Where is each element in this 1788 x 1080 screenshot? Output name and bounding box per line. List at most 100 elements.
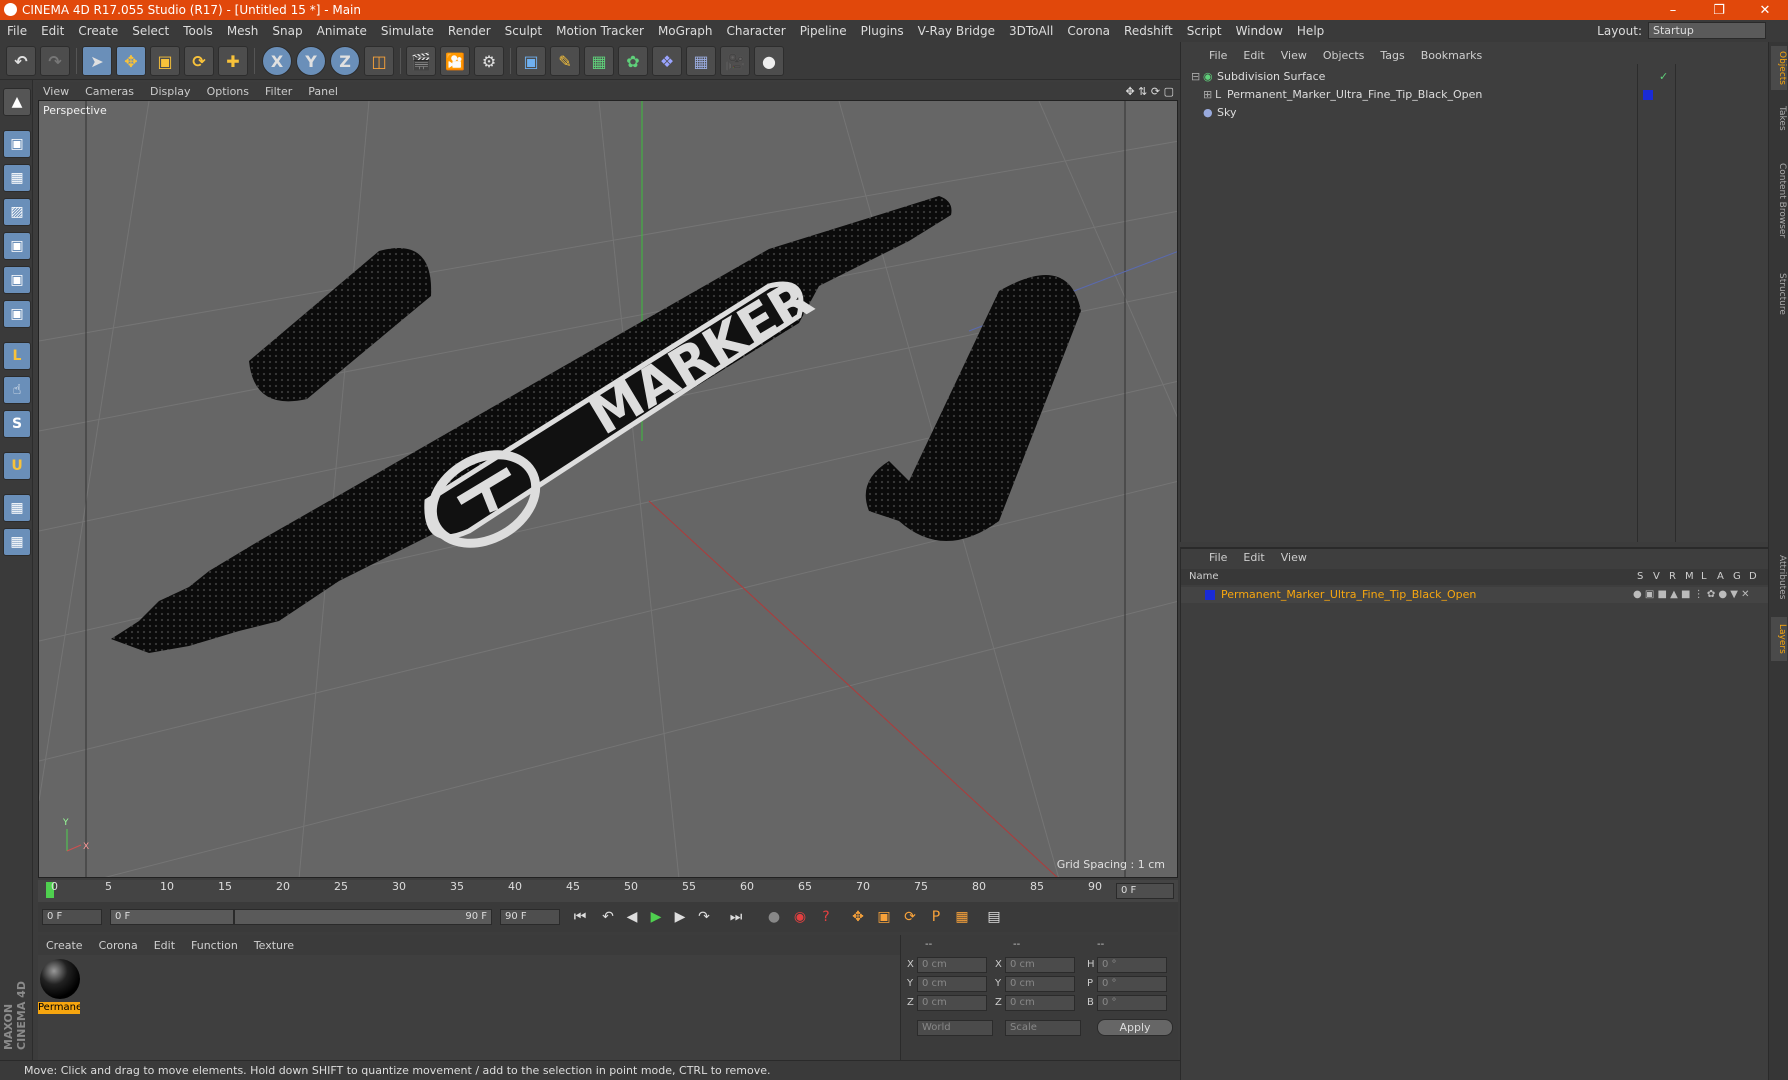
apply-button[interactable]: Apply bbox=[1097, 1019, 1173, 1036]
menu-sculpt[interactable]: Sculpt bbox=[498, 24, 549, 38]
menu-pipeline[interactable]: Pipeline bbox=[793, 24, 854, 38]
tab-content-browser[interactable]: Content Browser bbox=[1771, 146, 1787, 256]
render-settings-icon[interactable]: ⚙ bbox=[474, 46, 504, 76]
viewport-nav-icons[interactable]: ✥ ⇅ ⟳ ▢ bbox=[1125, 85, 1174, 98]
autokey-icon[interactable]: ◉ bbox=[788, 906, 812, 928]
tab-structure[interactable]: Structure bbox=[1771, 264, 1787, 324]
rotation-key-icon[interactable]: ⟳ bbox=[898, 906, 922, 928]
points-mode-icon[interactable]: ▣ bbox=[3, 232, 31, 260]
parameter-key-icon[interactable]: P bbox=[924, 906, 948, 928]
object-menu-view[interactable]: View bbox=[1273, 49, 1315, 62]
menu-create[interactable]: Create bbox=[71, 24, 125, 38]
position-x-field[interactable]: 0 cm bbox=[917, 957, 987, 973]
cube-primitive-icon[interactable]: ▣ bbox=[516, 46, 546, 76]
tab-layers[interactable]: Layers bbox=[1771, 617, 1787, 661]
transform-tool-icon[interactable]: ✚ bbox=[218, 46, 248, 76]
edges-mode-icon[interactable]: ▣ bbox=[3, 266, 31, 294]
menu-mesh[interactable]: Mesh bbox=[220, 24, 266, 38]
position-key-icon[interactable]: ✥ bbox=[846, 906, 870, 928]
object-menu-file[interactable]: File bbox=[1201, 49, 1235, 62]
coordinate-space-dropdown[interactable]: World bbox=[917, 1020, 993, 1036]
scale-key-icon[interactable]: ▣ bbox=[872, 906, 896, 928]
menu-redshift[interactable]: Redshift bbox=[1117, 24, 1180, 38]
menu-animate[interactable]: Animate bbox=[310, 24, 374, 38]
size-mode-dropdown[interactable]: Scale bbox=[1005, 1020, 1081, 1036]
expand-icon[interactable]: ⊞ bbox=[1203, 86, 1212, 104]
next-key-icon[interactable]: ↷ bbox=[692, 906, 716, 928]
menu-3dtoall[interactable]: 3DToAll bbox=[1002, 24, 1060, 38]
material-name[interactable]: Permane bbox=[38, 1002, 80, 1014]
viewport-menu-cameras[interactable]: Cameras bbox=[77, 85, 142, 98]
scale-tool-icon[interactable]: ▣ bbox=[150, 46, 180, 76]
light-icon[interactable]: ● bbox=[754, 46, 784, 76]
size-z-field[interactable]: 0 cm bbox=[1005, 995, 1075, 1011]
menu-select[interactable]: Select bbox=[125, 24, 176, 38]
menu-plugins[interactable]: Plugins bbox=[854, 24, 911, 38]
rotation-h-field[interactable]: 0 ° bbox=[1097, 957, 1167, 973]
render-view-icon[interactable]: 🎬 bbox=[406, 46, 436, 76]
material-menu-texture[interactable]: Texture bbox=[246, 939, 302, 952]
minimize-button[interactable]: – bbox=[1650, 3, 1696, 18]
object-menu-tags[interactable]: Tags bbox=[1372, 49, 1412, 62]
menu-file[interactable]: File bbox=[0, 24, 34, 38]
timeline-layout-icon[interactable]: ▤ bbox=[982, 906, 1006, 928]
restore-button[interactable]: ❐ bbox=[1696, 3, 1742, 18]
collapse-icon[interactable]: ⊟ bbox=[1191, 68, 1200, 86]
grid-lock-icon[interactable]: ▦ bbox=[3, 494, 31, 522]
material-menu-edit[interactable]: Edit bbox=[146, 939, 183, 952]
menu-mograph[interactable]: MoGraph bbox=[651, 24, 720, 38]
tweak-mode-icon[interactable]: ☝ bbox=[3, 376, 31, 404]
object-row-marker[interactable]: ⊞ L Permanent_Marker_Ultra_Fine_Tip_Blac… bbox=[1181, 86, 1769, 104]
undo-icon[interactable]: ↶ bbox=[6, 46, 36, 76]
menu-render[interactable]: Render bbox=[441, 24, 498, 38]
menu-script[interactable]: Script bbox=[1180, 24, 1229, 38]
object-menu-edit[interactable]: Edit bbox=[1235, 49, 1272, 62]
range-end-field[interactable]: 90 F bbox=[234, 909, 492, 925]
layer-menu-edit[interactable]: Edit bbox=[1235, 551, 1272, 564]
object-menu-objects[interactable]: Objects bbox=[1315, 49, 1373, 62]
axis-mode-icon[interactable]: L bbox=[3, 342, 31, 370]
viewport-menu-panel[interactable]: Panel bbox=[300, 85, 346, 98]
pen-spline-icon[interactable]: ✎ bbox=[550, 46, 580, 76]
size-y-field[interactable]: 0 cm bbox=[1005, 976, 1075, 992]
object-row-subdivision[interactable]: ⊟ ◉ Subdivision Surface ✓ bbox=[1181, 68, 1769, 86]
move-tool-icon[interactable]: ✥ bbox=[116, 46, 146, 76]
viewport-menu-display[interactable]: Display bbox=[142, 85, 199, 98]
marker-cap-large[interactable] bbox=[865, 275, 1081, 541]
solo-mode-icon[interactable]: S bbox=[3, 410, 31, 438]
start-frame-field[interactable]: 0 F bbox=[42, 909, 102, 925]
previous-key-icon[interactable]: ↶ bbox=[596, 906, 620, 928]
enabled-check-icon[interactable]: ✓ bbox=[1659, 68, 1668, 86]
z-axis-lock-icon[interactable]: Z bbox=[330, 46, 360, 76]
go-to-start-icon[interactable]: ⏮ bbox=[568, 906, 592, 928]
menu-simulate[interactable]: Simulate bbox=[374, 24, 441, 38]
range-start-field[interactable]: 0 F bbox=[110, 909, 234, 925]
workplane-icon[interactable]: ▨ bbox=[3, 198, 31, 226]
snap-icon[interactable]: U bbox=[3, 452, 31, 480]
menu-tools[interactable]: Tools bbox=[176, 24, 220, 38]
object-mode-icon[interactable]: ▣ bbox=[3, 130, 31, 158]
deformer-icon[interactable]: ❖ bbox=[652, 46, 682, 76]
record-keys-icon[interactable]: ● bbox=[762, 906, 786, 928]
material-menu-corona[interactable]: Corona bbox=[91, 939, 146, 952]
polygons-mode-icon[interactable]: ▣ bbox=[3, 300, 31, 328]
size-x-field[interactable]: 0 cm bbox=[1005, 957, 1075, 973]
previous-frame-icon[interactable]: ◀ bbox=[620, 906, 644, 928]
render-picture-viewer-icon[interactable]: 🎦 bbox=[440, 46, 470, 76]
menu-character[interactable]: Character bbox=[719, 24, 792, 38]
layer-name[interactable]: Permanent_Marker_Ultra_Fine_Tip_Black_Op… bbox=[1221, 587, 1476, 603]
viewport-menu-options[interactable]: Options bbox=[199, 85, 257, 98]
rotation-b-field[interactable]: 0 ° bbox=[1097, 995, 1167, 1011]
redo-icon[interactable]: ↷ bbox=[40, 46, 70, 76]
material-menu-function[interactable]: Function bbox=[183, 939, 246, 952]
x-axis-lock-icon[interactable]: X bbox=[262, 46, 292, 76]
object-menu-bookmarks[interactable]: Bookmarks bbox=[1413, 49, 1490, 62]
select-arrow-icon[interactable]: ➤ bbox=[82, 46, 112, 76]
tab-attributes[interactable]: Attributes bbox=[1771, 547, 1787, 607]
tab-objects[interactable]: Objects bbox=[1771, 46, 1787, 90]
go-to-end-icon[interactable]: ⏭ bbox=[724, 906, 748, 928]
rotate-tool-icon[interactable]: ⟳ bbox=[184, 46, 214, 76]
menu-vray-bridge[interactable]: V-Ray Bridge bbox=[911, 24, 1002, 38]
menu-window[interactable]: Window bbox=[1229, 24, 1290, 38]
position-z-field[interactable]: 0 cm bbox=[917, 995, 987, 1011]
